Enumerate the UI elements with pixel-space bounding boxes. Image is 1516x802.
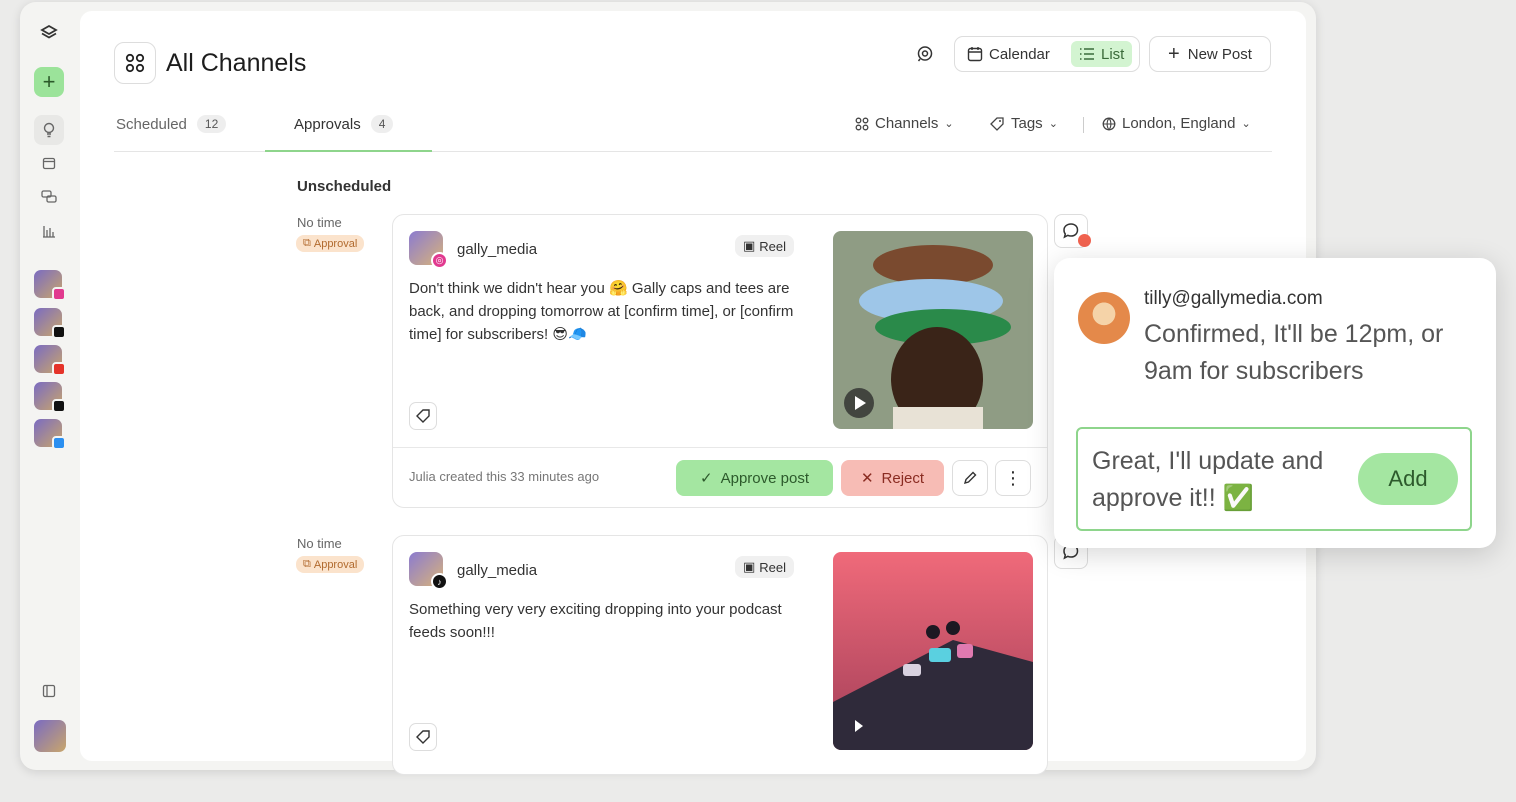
tab-active-indicator [265,150,432,152]
post-card[interactable]: ♪ gally_media ▣ Reel Something very very… [392,535,1048,775]
chevron-down-icon: ⌄ [944,118,954,130]
approval-badge: ⧉ Approval [296,556,365,573]
tab-scheduled-count: 12 [196,115,227,133]
tiktok-icon: ♪ [431,573,448,590]
approve-post-label: Approve post [720,469,809,487]
reel-badge: ▣ Reel [735,235,795,257]
support-icon[interactable] [916,45,934,63]
tab-scheduled-label: Scheduled [116,115,187,133]
instagram-icon: ◎ [431,252,448,269]
tag-icon [990,116,1004,131]
filter-divider [1083,117,1084,133]
tab-approvals-label: Approvals [294,115,361,133]
commenter-avatar [1078,292,1130,344]
commenter-email: tilly@gallymedia.com [1144,288,1323,309]
reel-icon: ▣ [743,559,756,574]
view-calendar-button[interactable]: Calendar [959,41,1058,67]
add-comment-button[interactable]: Add [1358,453,1458,505]
channels-filter-label: Channels [875,115,939,132]
post-created-info: Julia created this 33 minutes ago [409,469,600,484]
more-vertical-icon: ⋮ [1004,468,1022,488]
calendar-icon[interactable] [34,148,64,178]
channel-avatar-youtube[interactable] [34,345,66,376]
channel-avatar-x[interactable] [34,382,66,413]
reply-input-text[interactable]: Great, I'll update and approve it!! ✅ [1092,443,1352,517]
notification-dot [1078,234,1091,247]
post-footer: Julia created this 33 minutes ago ✓ Appr… [393,447,1047,507]
tag-add-icon [416,730,430,744]
view-list-button[interactable]: List [1071,41,1133,67]
view-calendar-label: Calendar [989,45,1050,63]
layers-icon[interactable] [34,18,64,48]
comment-icon [1063,223,1079,239]
location-filter[interactable]: London, England ⌄ [1102,115,1251,132]
tags-filter-label: Tags [1011,115,1043,132]
check-icon: ✓ [700,470,713,487]
channels-grid-icon [114,42,156,84]
lightbulb-icon[interactable] [34,115,64,145]
channels-filter[interactable]: Channels ⌄ [855,115,954,132]
post-time: No time [297,215,342,230]
view-toggle: Calendar List [954,36,1140,72]
post-avatar: ◎ [409,231,448,269]
page-title: All Channels [166,49,307,77]
analytics-icon[interactable] [34,216,64,246]
chevron-down-icon: ⌄ [1048,118,1058,130]
channel-avatar-bluesky[interactable] [34,419,66,450]
approval-icon: ⧉ [303,558,311,570]
chat-icon[interactable] [34,182,64,212]
approve-post-button[interactable]: ✓ Approve post [676,460,833,496]
location-filter-label: London, England [1122,115,1236,132]
post-username: gally_media [457,241,538,258]
approval-badge-label: Approval [313,237,358,250]
tag-add-icon [416,409,430,423]
add-tag-button[interactable] [409,723,437,751]
reply-input[interactable]: Great, I'll update and approve it!! ✅ Ad… [1076,427,1472,531]
approval-badge: ⧉ Approval [296,235,365,252]
plus-icon: + [1168,43,1180,65]
tab-approvals[interactable]: Approvals 4 [294,115,394,133]
user-avatar[interactable] [34,720,66,752]
post-media-thumbnail[interactable] [833,552,1033,750]
channel-avatar-instagram[interactable] [34,270,66,301]
reel-badge: ▣ Reel [735,556,795,578]
reel-label: Reel [759,559,787,575]
globe-icon [1102,117,1116,130]
post-card[interactable]: ◎ gally_media ▣ Reel Don't think we didn… [392,214,1048,508]
tab-scheduled[interactable]: Scheduled 12 [116,115,227,133]
comment-popup: tilly@gallymedia.com Confirmed, It'll be… [1054,258,1496,548]
reject-label: Reject [881,469,925,487]
sidebar-rail: + [20,2,78,770]
close-icon: ✕ [860,470,874,487]
reject-button[interactable]: ✕ Reject [841,460,944,496]
pencil-icon [963,471,977,485]
new-post-label: New Post [1187,45,1252,63]
approval-icon: ⧉ [303,237,311,249]
comment-message: Confirmed, It'll be 12pm, or 9am for sub… [1144,320,1444,385]
add-icon[interactable]: + [34,67,64,97]
approval-badge-label: Approval [313,558,358,571]
post-avatar: ♪ [409,552,448,590]
list-icon [1080,48,1094,60]
new-post-button[interactable]: + New Post [1149,36,1271,72]
post-text: Something very very exciting dropping in… [409,601,782,641]
post-username: gally_media [457,562,538,579]
sidebar-toggle-icon[interactable] [34,676,64,706]
chevron-down-icon: ⌄ [1241,118,1251,130]
edit-button[interactable] [952,460,988,496]
post-text: Don't think we didn't hear you 🤗 Gally c… [409,280,794,343]
tags-filter[interactable]: Tags ⌄ [989,115,1058,132]
more-options-button[interactable]: ⋮ [995,460,1031,496]
channels-grid-icon [855,117,869,130]
section-title: Unscheduled [297,178,392,195]
add-tag-button[interactable] [409,402,437,430]
calendar-icon [967,47,983,62]
post-time: No time [297,536,342,551]
tab-approvals-count: 4 [370,115,394,133]
channel-avatar-tiktok[interactable] [34,308,66,339]
reel-icon: ▣ [743,238,756,253]
post-media-thumbnail[interactable] [833,231,1033,429]
view-list-label: List [1101,45,1125,63]
reel-label: Reel [759,238,787,254]
